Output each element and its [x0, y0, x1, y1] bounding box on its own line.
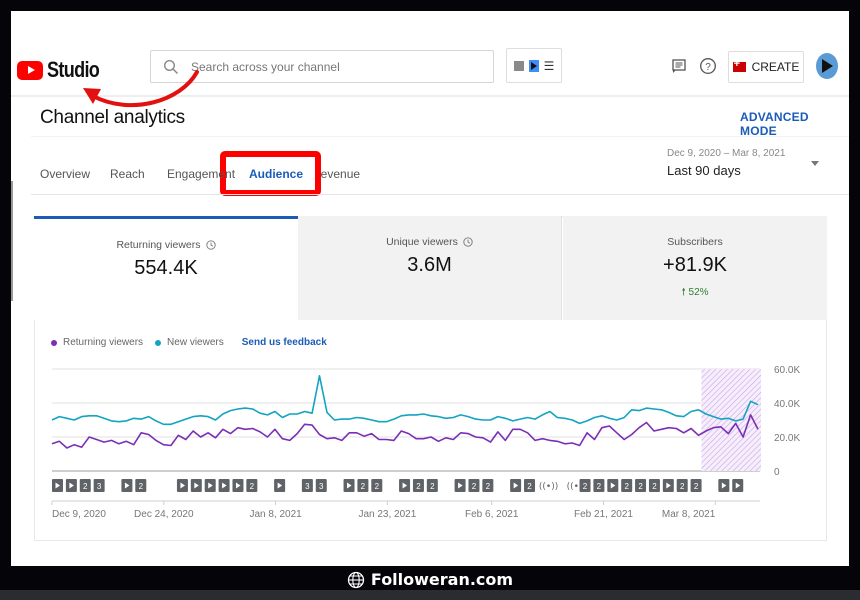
send-feedback-link[interactable]: Send us feedback — [242, 337, 327, 348]
delta-value: 52% — [688, 287, 709, 298]
metric-label: Returning viewers — [116, 239, 201, 251]
clock-icon — [205, 240, 216, 250]
video-count-label: 2 — [472, 482, 477, 491]
watermark-text: Followeran.com — [370, 570, 514, 589]
date-range-dates: Dec 9, 2020 – Mar 8, 2021 — [667, 148, 786, 159]
youtube-play-icon — [17, 60, 43, 80]
video-count-label: 2 — [430, 482, 435, 491]
metric-delta: 🠕 52% — [563, 285, 827, 302]
legend-dot — [51, 339, 57, 346]
arrow-up-icon: 🠕 — [681, 287, 686, 298]
video-count-label: 2 — [527, 482, 532, 491]
video-count-label: 2 — [375, 482, 380, 491]
watermark: Followeran.com — [0, 570, 860, 589]
metric-returning-viewers[interactable]: Returning viewers 554.4K — [34, 216, 298, 320]
video-count-label: 2 — [139, 482, 144, 491]
youtube-studio-screen: Studio ☰ ? CREATE — [11, 11, 849, 566]
video-count-label: 2 — [361, 482, 366, 491]
tab-reach[interactable]: Reach — [110, 167, 145, 181]
video-count-label: 2 — [680, 482, 685, 491]
x-tick-label: Feb 21, 2021 — [574, 509, 633, 520]
metric-subscribers[interactable]: Subscribers +81.9K 🠕 52% — [563, 216, 827, 320]
metric-label: Unique viewers — [386, 236, 458, 248]
annotation-arrow — [83, 70, 199, 108]
extension-play-icon[interactable] — [528, 59, 539, 72]
feedback-icon[interactable] — [668, 55, 690, 77]
search-input[interactable] — [191, 59, 471, 74]
bar-chart-icon[interactable] — [513, 60, 524, 71]
help-icon[interactable]: ? — [697, 55, 719, 77]
y-tick-label: 60.0K — [774, 365, 800, 376]
advanced-mode-button[interactable]: ADVANCED MODE — [740, 110, 849, 138]
legend-label: Returning viewers — [63, 337, 144, 348]
metric-label-row: Returning viewers — [34, 239, 298, 251]
date-range-picker[interactable]: Dec 9, 2020 – Mar 8, 2021 Last 90 days — [667, 148, 785, 178]
tabs-divider — [31, 194, 849, 195]
tab-engagement[interactable]: Engagement — [167, 167, 235, 181]
extension-toolbar: ☰ — [506, 48, 562, 83]
clock-icon — [463, 237, 473, 247]
device-bezel — [0, 590, 860, 600]
metric-value: 554.4K — [134, 257, 198, 279]
video-count-label: 2 — [583, 482, 588, 491]
x-tick-label: Dec 9, 2020 — [52, 509, 106, 520]
x-tick-label: Jan 23, 2021 — [358, 509, 416, 520]
x-tick-label: Mar 8, 2021 — [662, 509, 716, 520]
legend-dot — [155, 339, 162, 346]
scrollbar[interactable] — [11, 181, 13, 301]
x-tick-label: Feb 6, 2021 — [465, 509, 519, 520]
legend-new-viewers[interactable]: New viewers — [155, 337, 224, 348]
svg-text:?: ? — [705, 62, 711, 73]
dropdown-caret-icon[interactable] — [811, 161, 819, 166]
video-count-label: 2 — [597, 482, 602, 491]
metric-label: Subscribers — [667, 236, 723, 248]
series-line-new-viewers — [51, 375, 759, 426]
y-tick-label: 20.0K — [774, 433, 800, 444]
video-count-label: 2 — [638, 482, 643, 491]
video-camera-icon — [732, 58, 746, 72]
account-avatar[interactable] — [816, 53, 838, 79]
create-button[interactable]: CREATE — [728, 51, 804, 83]
metric-unique-viewers[interactable]: Unique viewers 3.6M — [298, 216, 562, 320]
video-count-label: 3 — [97, 482, 102, 491]
device-frame: Studio ☰ ? CREATE — [0, 0, 860, 600]
create-label: CREATE — [751, 60, 800, 74]
audience-line-chart: 020.0K40.0K60.0K2 3 2 2 3 3 2 2 2 2 2 2 2 ((•)) ((•))2… — [51, 365, 800, 520]
video-count-label: 2 — [416, 482, 421, 491]
metric-label-row: Unique viewers — [298, 236, 561, 248]
menu-icon[interactable]: ☰ — [544, 59, 555, 73]
title-divider — [31, 136, 849, 137]
metric-label-row: Subscribers — [563, 236, 827, 248]
tab-audience[interactable]: Audience — [249, 167, 303, 181]
x-tick-label: Dec 24, 2020 — [134, 509, 194, 520]
video-count-label: 2 — [652, 482, 657, 491]
video-count-label: 2 — [486, 482, 491, 491]
video-count-label: 2 — [694, 482, 699, 491]
video-count-label: 2 — [83, 482, 88, 491]
y-tick-label: 40.0K — [774, 399, 800, 410]
legend-label: New viewers — [167, 337, 224, 348]
video-count-label: 2 — [250, 482, 255, 491]
video-count-label: 3 — [305, 482, 310, 491]
legend-returning-viewers[interactable]: Returning viewers — [51, 337, 143, 348]
chart-legend: Returning viewers New viewers Send us fe… — [51, 337, 327, 348]
metric-value: +81.9K — [663, 254, 727, 276]
video-count-label: 2 — [624, 482, 629, 491]
date-range-label: Last 90 days — [667, 163, 741, 178]
live-stream-marker-icon: ((•)) — [539, 482, 558, 492]
tab-overview[interactable]: Overview — [40, 167, 90, 181]
series-line-returning-viewers — [51, 414, 759, 449]
x-tick-label: Jan 8, 2021 — [249, 509, 302, 520]
y-tick-label: 0 — [774, 467, 780, 478]
metric-value: 3.6M — [407, 254, 452, 276]
globe-icon — [347, 571, 365, 588]
video-count-label: 3 — [319, 482, 324, 491]
